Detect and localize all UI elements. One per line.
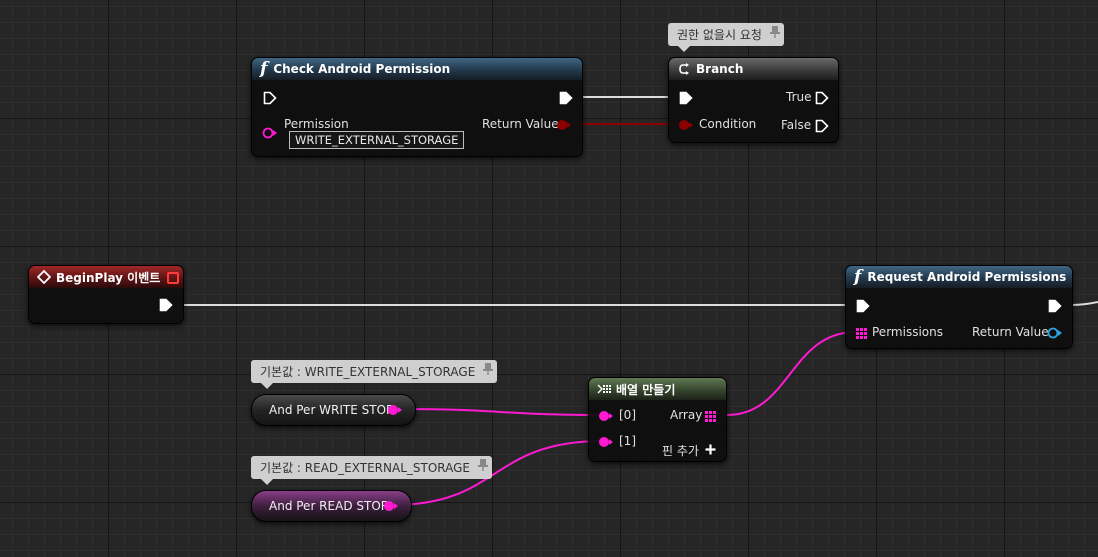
permissions-label: Permissions (872, 325, 943, 339)
branch-comment-bubble[interactable]: 권한 없을시 요청 (668, 23, 784, 52)
permission-enum-pin[interactable] (262, 127, 278, 139)
node-title: Request Android Permissions (867, 270, 1067, 284)
exec-in-pin[interactable] (679, 91, 693, 105)
check-android-permission-node[interactable]: f Check Android Permission Permission WR… (251, 57, 583, 157)
false-exec-pin[interactable] (815, 119, 829, 133)
permissions-array-pin[interactable] (856, 328, 867, 339)
write-tooltip-text: 기본값 : WRITE_EXTERNAL_STORAGE (260, 365, 476, 379)
event-diamond-icon (37, 270, 51, 284)
write-permission-variable-node[interactable]: And Per WRITE STOR (251, 394, 416, 426)
node-title: 배열 만들기 (616, 382, 676, 397)
make-array-icon (597, 384, 611, 394)
exec-in-pin[interactable] (856, 299, 870, 313)
in0-label: [0] (619, 408, 636, 422)
pushpin-icon[interactable] (478, 459, 488, 471)
request-android-permissions-node[interactable]: f Request Android Permissions Permission… (845, 265, 1073, 349)
read-permission-variable-node[interactable]: And Per READ STOR (251, 490, 412, 522)
node-header[interactable]: 배열 만들기 (589, 378, 726, 400)
string-out-pin[interactable] (387, 404, 403, 416)
return-value-bool-pin[interactable] (556, 119, 572, 131)
exec-out-pin[interactable] (1048, 299, 1062, 313)
variable-label: And Per READ STOR (269, 499, 390, 513)
exec-in-pin[interactable] (263, 91, 277, 105)
beginplay-event-node[interactable]: BeginPlay 이벤트 (28, 265, 184, 324)
variable-label: And Per WRITE STOR (269, 403, 395, 417)
function-icon: f (260, 59, 268, 79)
node-header[interactable]: BeginPlay 이벤트 (29, 266, 183, 288)
branch-icon (679, 63, 689, 75)
add-pin-plus-icon[interactable] (705, 444, 716, 455)
node-header[interactable]: f Check Android Permission (252, 58, 582, 80)
exec-out-pin[interactable] (159, 298, 173, 312)
string-out-pin[interactable] (383, 500, 399, 512)
array-wire-to-permissions[interactable] (726, 331, 857, 416)
in1-label: [1] (619, 434, 636, 448)
return-value-label: Return Value (972, 325, 1049, 339)
write-default-tooltip[interactable]: 기본값 : WRITE_EXTERNAL_STORAGE (251, 360, 498, 389)
node-title: BeginPlay 이벤트 (56, 270, 161, 285)
return-value-pin[interactable] (1047, 327, 1063, 339)
pushpin-icon[interactable] (769, 26, 780, 38)
function-icon: f (854, 267, 862, 287)
node-header[interactable]: f Request Android Permissions (846, 266, 1072, 288)
in1-string-pin[interactable] (598, 436, 614, 448)
array-out-label: Array (670, 408, 703, 422)
array-out-pin[interactable] (705, 411, 716, 422)
pushpin-icon[interactable] (483, 363, 494, 375)
true-label: True (786, 90, 812, 104)
permission-label: Permission (284, 117, 349, 131)
exec-out-pin[interactable] (559, 91, 573, 105)
add-pin-label[interactable]: 핀 추가 (662, 442, 699, 459)
event-delegate-pin[interactable] (167, 272, 179, 284)
branch-node[interactable]: Branch True Condition False (668, 57, 839, 143)
read-tooltip-text: 기본값 : READ_EXTERNAL_STORAGE (260, 461, 470, 475)
branch-comment-text: 권한 없을시 요청 (677, 28, 762, 42)
read-default-tooltip[interactable]: 기본값 : READ_EXTERNAL_STORAGE (251, 456, 492, 485)
string-wire-write-to-in0[interactable] (400, 408, 604, 416)
condition-bool-pin[interactable] (678, 119, 694, 131)
in0-string-pin[interactable] (598, 410, 614, 422)
node-header[interactable]: Branch (669, 58, 838, 80)
exec-wire-request-out[interactable] (1071, 301, 1098, 306)
make-array-node[interactable]: 배열 만들기 [0] Array [1] 핀 추가 (588, 377, 727, 462)
false-label: False (781, 118, 812, 132)
node-title: Branch (696, 62, 744, 76)
true-exec-pin[interactable] (815, 91, 829, 105)
condition-label: Condition (699, 117, 757, 131)
node-title: Check Android Permission (273, 62, 451, 76)
permission-value-field[interactable]: WRITE_EXTERNAL_STORAGE (289, 131, 465, 149)
return-value-label: Return Value (482, 117, 559, 131)
